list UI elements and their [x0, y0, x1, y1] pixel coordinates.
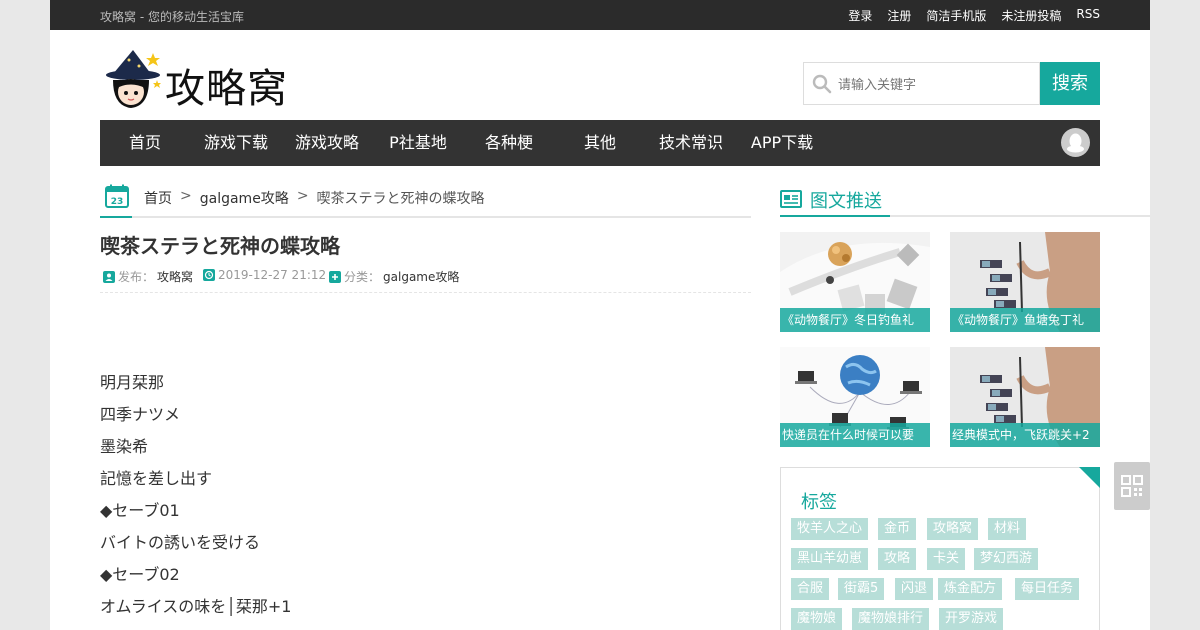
clock-icon	[203, 269, 215, 281]
featured-post-caption: 《动物餐厅》鱼塘兔丁礼	[950, 308, 1100, 332]
page: 攻略窝 - 您的移动生活宝库 登录 注册 简洁手机版 未注册投稿 RSS 攻略窝	[50, 0, 1150, 630]
meta-category-value[interactable]: galgame攻略	[383, 268, 459, 285]
news-icon	[780, 190, 802, 208]
article-paragraph: オムライスの味を│栞那+1	[100, 597, 292, 616]
nav-item-game-guide[interactable]: 游戏攻略	[282, 120, 372, 166]
top-bar: 攻略窝 - 您的移动生活宝库 登录 注册 简洁手机版 未注册投稿 RSS	[50, 0, 1150, 30]
article-paragraph: 明月栞那	[100, 373, 165, 392]
sidebar-title-underline	[780, 215, 890, 217]
search-icon	[812, 74, 832, 94]
featured-post[interactable]: 《动物餐厅》鱼塘兔丁礼	[950, 232, 1100, 332]
featured-post[interactable]: 经典模式中，飞跃跳关+2	[950, 347, 1100, 447]
featured-post-caption: 经典模式中，飞跃跳关+2	[950, 423, 1100, 447]
tag-item[interactable]: 合服	[791, 578, 830, 600]
site-logo[interactable]: 攻略窝	[105, 48, 295, 112]
tag-item[interactable]: 开罗游戏	[939, 608, 1004, 630]
search-form: 搜索	[803, 62, 1100, 105]
featured-post[interactable]: 《动物餐厅》冬日钓鱼礼	[780, 232, 930, 332]
nav-item-home[interactable]: 首页	[100, 120, 190, 166]
tag-item[interactable]: 魔物娘	[791, 608, 843, 630]
mobile-version-link[interactable]: 简洁手机版	[926, 7, 986, 24]
guest-submit-link[interactable]: 未注册投稿	[1001, 7, 1061, 24]
breadcrumb-separator: >	[180, 188, 192, 204]
article-paragraph: 墨染希	[100, 437, 149, 456]
nav-item-other[interactable]: 其他	[555, 120, 645, 166]
article-title: 喫茶ステラと死神の蝶攻略	[100, 234, 340, 258]
meta-category: 分类： galgame攻略	[329, 268, 459, 285]
tag-item[interactable]: 炼金配方	[938, 578, 1003, 600]
tag-item[interactable]: 攻略	[878, 548, 917, 570]
tag-item[interactable]: 魔物娘排行	[852, 608, 930, 630]
register-link[interactable]: 注册	[887, 7, 911, 24]
tag-item[interactable]: 闪退	[895, 578, 934, 600]
article-content: 明月栞那 四季ナツメ 墨染希 記憶を差し出す ◆セーブ01 バイトの誘いを受ける…	[100, 372, 751, 628]
login-link[interactable]: 登录	[848, 7, 872, 24]
tag-item[interactable]: 卡关	[927, 548, 966, 570]
nav-item-tech[interactable]: 技术常识	[646, 120, 736, 166]
tag-cloud-corner	[1079, 467, 1100, 488]
article-paragraph: バイトの誘いを受ける	[100, 533, 261, 552]
breadcrumb-current: 喫茶ステラと死神の蝶攻略	[316, 191, 485, 207]
featured-post[interactable]: 快递员在什么时候可以要	[780, 347, 930, 447]
breadcrumb-home[interactable]: 首页	[144, 188, 172, 208]
search-box	[803, 62, 1040, 105]
tag-item[interactable]: 街霸5	[838, 578, 885, 600]
rss-link[interactable]: RSS	[1076, 7, 1100, 24]
qr-code-icon[interactable]	[1114, 462, 1150, 510]
featured-post-caption: 《动物餐厅》冬日钓鱼礼	[780, 308, 930, 332]
meta-author: 发布： 攻略窝	[103, 268, 193, 285]
sidebar-featured-header: 图文推送	[780, 183, 1150, 217]
article-paragraph: 記憶を差し出す	[100, 469, 213, 488]
tag-item[interactable]: 牧羊人之心	[791, 518, 869, 540]
tag-item[interactable]: 材料	[988, 518, 1027, 540]
featured-post-caption: 快递员在什么时候可以要	[780, 423, 930, 447]
breadcrumb-path: 首页 > galgame攻略 > 喫茶ステラと死神の蝶攻略	[144, 188, 485, 208]
qq-login-icon[interactable]	[1061, 128, 1090, 157]
meta-date: 2019-12-27 21:12	[203, 268, 326, 282]
breadcrumb: 23 首页 > galgame攻略 > 喫茶ステラと死神の蝶攻略	[100, 183, 751, 218]
tag-item[interactable]: 每日任务	[1015, 578, 1080, 600]
tag-item[interactable]: 黑山羊幼崽	[791, 548, 869, 570]
sidebar-featured-title: 图文推送	[810, 191, 882, 212]
breadcrumb-separator: >	[296, 188, 309, 204]
svg-text:23: 23	[111, 197, 124, 207]
meta-author-label: 发布：	[118, 270, 155, 284]
article-paragraph: 四季ナツメ	[100, 405, 181, 424]
tag-cloud-title: 标签	[801, 492, 837, 513]
article-meta: 发布： 攻略窝 2019-12-27 21:12 分类： galgame攻略	[100, 266, 751, 293]
logo-text: 攻略窝	[165, 66, 288, 112]
tag-item[interactable]: 梦幻西游	[974, 548, 1039, 570]
top-links: 登录 注册 简洁手机版 未注册投稿 RSS	[848, 7, 1100, 24]
plus-icon	[329, 270, 341, 283]
meta-category-label: 分类：	[344, 270, 381, 284]
site-slogan: 攻略窝 - 您的移动生活宝库	[100, 10, 244, 24]
meta-author-value[interactable]: 攻略窝	[157, 268, 193, 285]
article-paragraph: ◆セーブ02	[100, 565, 180, 584]
tag-cloud: 标签 牧羊人之心 金币 攻略窝 材料 黑山羊幼崽 攻略 卡关 梦幻西游 合服 街…	[780, 467, 1100, 630]
witch-mascot-icon	[106, 50, 161, 108]
nav-item-app-download[interactable]: APP下载	[737, 120, 827, 166]
calendar-icon: 23	[105, 184, 129, 208]
breadcrumb-category[interactable]: galgame攻略	[200, 188, 289, 208]
tag-item[interactable]: 金币	[878, 518, 917, 540]
search-input[interactable]	[838, 73, 1033, 95]
breadcrumb-underline	[100, 216, 132, 218]
search-button[interactable]: 搜索	[1040, 62, 1100, 105]
meta-date-value: 2019-12-27 21:12	[218, 268, 327, 282]
user-icon	[103, 270, 115, 283]
tag-item[interactable]: 攻略窝	[927, 518, 979, 540]
main-nav: 首页 游戏下载 游戏攻略 P社基地 各种梗 其他 技术常识 APP下载	[100, 120, 1100, 166]
nav-item-paradox-base[interactable]: P社基地	[373, 120, 463, 166]
nav-item-game-download[interactable]: 游戏下载	[191, 120, 281, 166]
nav-item-memes[interactable]: 各种梗	[464, 120, 554, 166]
article-paragraph: ◆セーブ01	[100, 501, 180, 520]
